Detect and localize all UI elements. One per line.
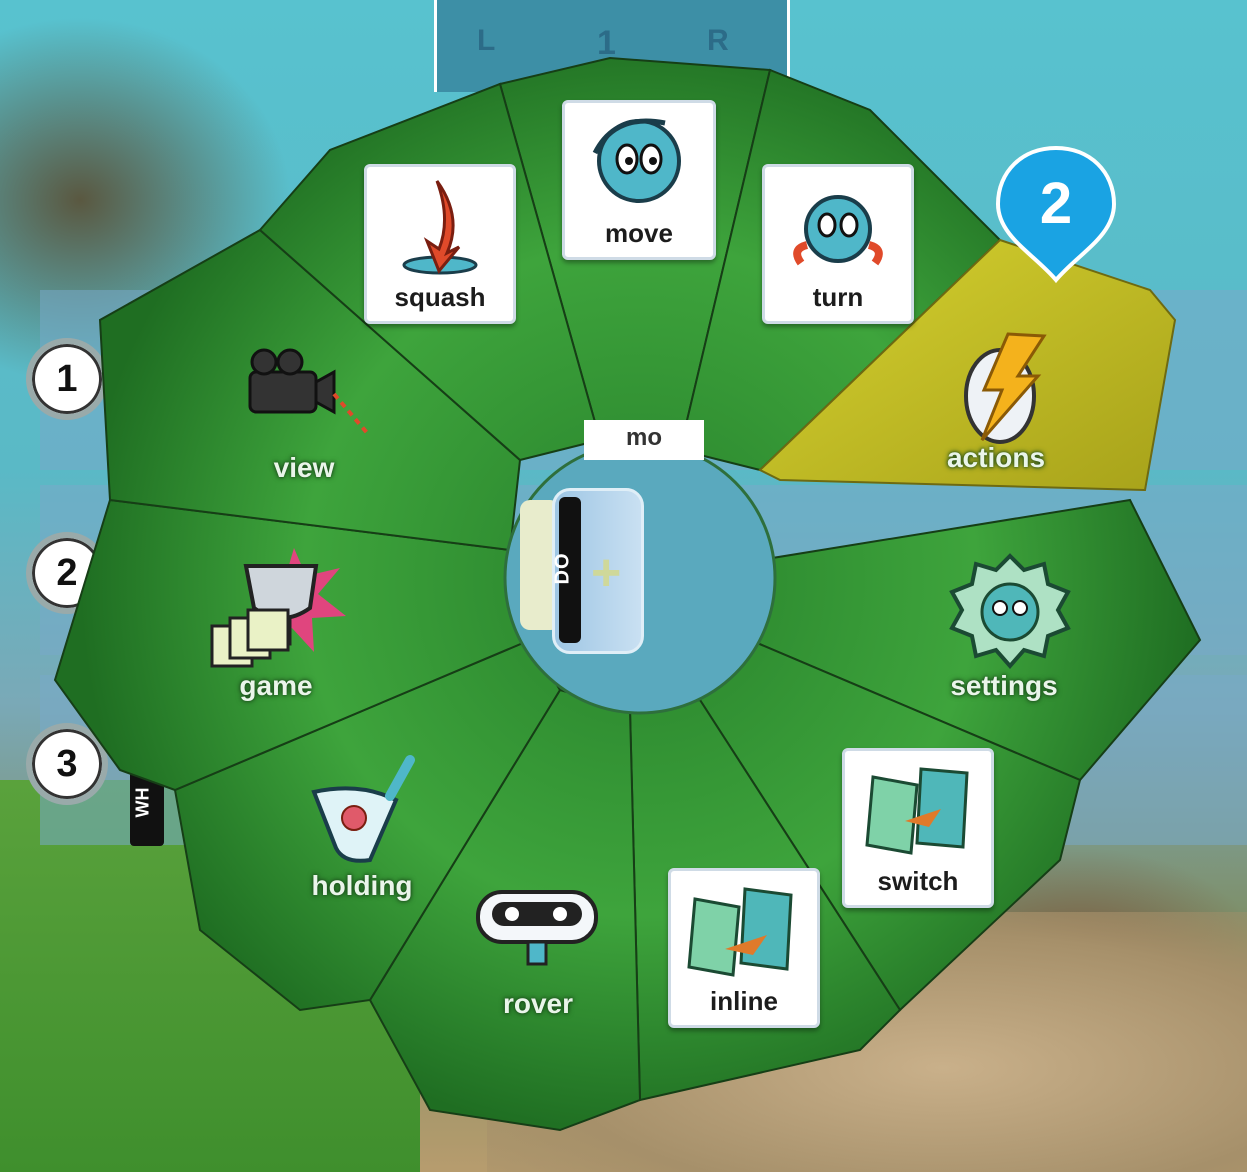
label-game: game bbox=[239, 670, 313, 701]
holding-net-icon bbox=[311, 755, 415, 863]
label-settings: settings bbox=[950, 670, 1058, 701]
add-icon[interactable]: + bbox=[591, 543, 621, 603]
move-icon bbox=[592, 118, 681, 203]
lightning-egg-icon bbox=[964, 332, 1047, 444]
tile-move[interactable]: move bbox=[562, 100, 716, 260]
switch-pages-icon bbox=[865, 767, 969, 855]
tile-switch[interactable]: switch bbox=[842, 748, 994, 908]
label-actions: actions bbox=[946, 442, 1046, 473]
video-camera-icon bbox=[248, 348, 370, 436]
squash-arrow-icon bbox=[402, 180, 478, 275]
step-badge: 2 bbox=[994, 144, 1118, 284]
label-rover: rover bbox=[502, 988, 574, 1019]
turn-icon bbox=[793, 195, 883, 266]
trophy-icon bbox=[210, 548, 346, 668]
gear-face-icon bbox=[949, 553, 1071, 670]
label-view: view bbox=[273, 452, 335, 483]
tile-squash[interactable]: squash bbox=[364, 164, 516, 324]
do-label: DO bbox=[551, 552, 574, 585]
hub-top-label: mo bbox=[626, 424, 662, 451]
tile-turn[interactable]: turn bbox=[762, 164, 914, 324]
inline-pages-icon bbox=[687, 887, 793, 977]
do-card[interactable]: DO + bbox=[552, 488, 644, 654]
label-holding: holding bbox=[311, 870, 413, 901]
tile-inline[interactable]: inline bbox=[668, 868, 820, 1028]
rover-robot-icon bbox=[476, 890, 598, 966]
step-badge-number: 2 bbox=[1039, 171, 1073, 236]
